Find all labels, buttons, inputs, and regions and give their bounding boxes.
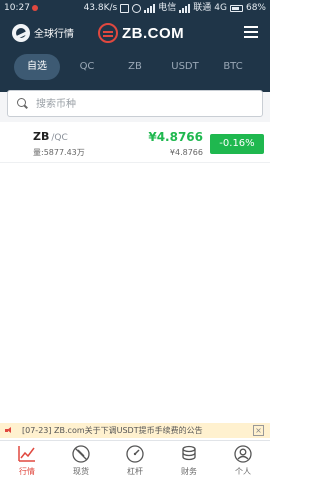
carrier-1: 电信 (158, 3, 177, 13)
notification-dot-icon (32, 5, 38, 11)
spot-icon (72, 445, 90, 463)
nav-market-label: 行情 (19, 467, 35, 476)
coins-icon (182, 445, 196, 461)
bottom-navigation: 行情 现货 杠杆 财务 个人 (0, 440, 270, 480)
last-price: ¥4.8766 (148, 130, 203, 144)
change-badge[interactable]: -0.16% (210, 134, 264, 154)
nav-finance[interactable]: 财务 (162, 441, 216, 480)
menu-icon[interactable] (244, 26, 258, 38)
nav-spot-label: 现货 (73, 467, 89, 476)
vibrate-icon (132, 3, 142, 13)
logo-text: ZB.COM (122, 24, 185, 42)
nav-profile-label: 个人 (235, 467, 251, 476)
alarm-icon (120, 3, 130, 13)
user-icon (234, 445, 252, 463)
tab-usdt[interactable]: USDT (162, 54, 208, 80)
trading-pair: ZB/QC (33, 130, 68, 143)
network-speed: 43.8K/s (83, 3, 118, 13)
nav-finance-label: 财务 (181, 467, 197, 476)
nav-profile[interactable]: 个人 (216, 441, 270, 480)
tab-zb[interactable]: ZB (114, 54, 156, 80)
status-indicators: 43.8K/s 电信 联通 4G 68% (84, 0, 266, 16)
search-box[interactable] (7, 90, 263, 117)
converted-price: ¥4.8766 (169, 148, 203, 157)
search-icon (17, 98, 28, 109)
battery-level: 68% (245, 3, 266, 13)
chart-line-icon (18, 446, 35, 462)
search-input[interactable] (36, 95, 246, 113)
app-logo: ZB.COM (98, 22, 184, 44)
pair-quote: /QC (51, 133, 68, 143)
tab-btc[interactable]: BTC (212, 54, 254, 80)
announcement-text[interactable]: [07-23] ZB.com关于下调USDT提币手续费的公告 (22, 423, 203, 438)
pair-base: ZB (33, 130, 50, 143)
nav-margin-label: 杠杆 (127, 467, 143, 476)
gauge-icon (126, 445, 144, 463)
carrier-2: 联通 (193, 3, 212, 13)
nav-margin[interactable]: 杠杆 (108, 441, 162, 480)
global-market-icon[interactable] (12, 24, 30, 42)
speaker-icon (5, 427, 13, 434)
market-tabs: 自选 QC ZB USDT BTC (0, 54, 270, 80)
status-bar: 10:27 43.8K/s 电信 联通 4G 68% (0, 0, 270, 16)
signal-1-icon (144, 3, 156, 13)
tab-favorites[interactable]: 自选 (14, 54, 60, 80)
tab-qc[interactable]: QC (66, 54, 108, 80)
volume: 量:5877.43万 (33, 148, 85, 157)
signal-2-icon (179, 3, 191, 13)
nav-spot[interactable]: 现货 (54, 441, 108, 480)
close-icon[interactable]: × (253, 425, 264, 436)
global-market-label[interactable]: 全球行情 (34, 25, 74, 40)
app-header: 全球行情 ZB.COM (0, 16, 270, 50)
battery-icon (229, 4, 243, 12)
zb-logo-icon (98, 23, 118, 43)
nav-market[interactable]: 行情 (0, 441, 54, 480)
announcement-bar[interactable]: [07-23] ZB.com关于下调USDT提币手续费的公告 × (0, 423, 270, 438)
status-time: 10:27 (4, 3, 30, 13)
network-type: 4G (214, 3, 227, 13)
